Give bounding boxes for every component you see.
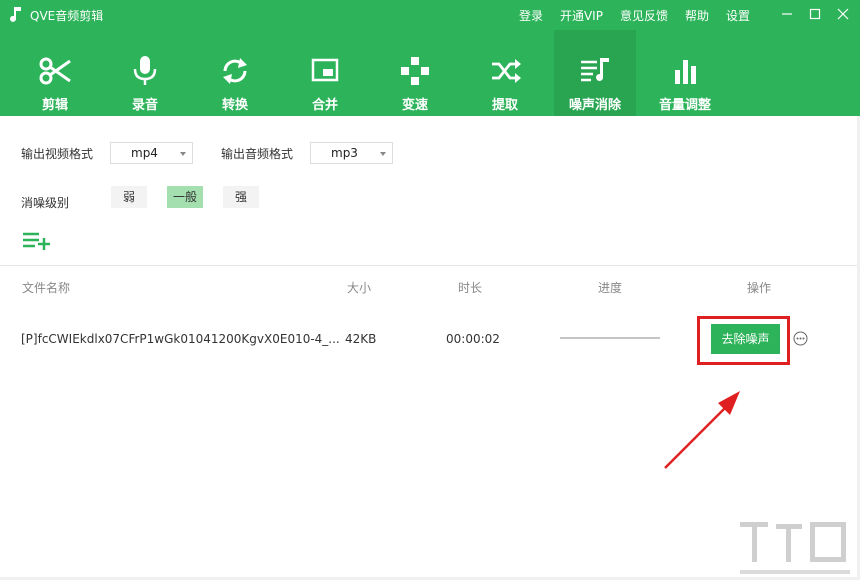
level-weak-button[interactable]: 弱 [111,186,147,208]
audio-format-value: mp3 [331,146,358,160]
more-options-icon[interactable] [793,331,808,346]
main-toolbar: 剪辑 录音 转换 合并 变速 提取 噪声消除 音量调整 [10,30,730,116]
login-link[interactable]: 登录 [519,7,543,24]
feedback-link[interactable]: 意见反馈 [620,7,668,24]
noise-music-icon [581,58,609,82]
tab-extract[interactable]: 提取 [460,30,550,116]
refresh-icon [223,58,247,84]
tab-convert-label: 转换 [221,98,248,113]
col-header-action: 操作 [747,281,772,295]
maximize-button[interactable] [804,4,826,24]
tab-cut-label: 剪辑 [41,98,68,113]
col-header-name: 文件名称 [22,281,71,295]
audio-format-label: 输出音频格式 [221,147,294,161]
shuffle-icon [492,59,521,83]
close-button[interactable] [832,4,854,24]
remove-noise-button[interactable]: 去除噪声 [711,324,780,354]
file-duration-cell: 00:00:02 [446,332,500,346]
chevron-down-icon [380,152,386,156]
table-divider [0,265,860,266]
tab-volume-label: 音量调整 [658,98,711,113]
tab-noise-removal-label: 噪声消除 [568,98,621,113]
tab-merge[interactable]: 合并 [280,30,370,116]
music-note-icon [10,7,21,22]
tab-convert[interactable]: 转换 [190,30,280,116]
tab-speed[interactable]: 变速 [370,30,460,116]
denoise-level-label: 消噪级别 [21,196,70,210]
tab-record[interactable]: 录音 [100,30,190,116]
watermark-logo-icon [740,522,850,574]
tab-noise-removal[interactable]: 噪声消除 [554,30,636,116]
scissors-icon [39,57,71,85]
level-normal-button[interactable]: 一般 [167,186,203,208]
microphone-icon [133,56,157,85]
col-header-size: 大小 [347,281,372,295]
app-header: QVE音频剪辑 登录 开通VIP 意见反馈 帮助 设置 剪辑 录音 转换 合并 … [0,0,860,116]
app-title: QVE音频剪辑 [30,9,104,23]
col-header-progress: 进度 [598,281,623,295]
audio-format-select[interactable]: mp3 [310,142,393,164]
file-size-cell: 42KB [345,332,377,346]
speed-icon [401,57,429,85]
tab-extract-label: 提取 [491,98,518,113]
video-format-select[interactable]: mp4 [110,142,193,164]
top-links: 登录 开通VIP 意见反馈 帮助 设置 [519,7,750,24]
tab-record-label: 录音 [131,98,158,113]
file-name-cell: [P]fcCWIEkdlx07CFrP1wGk01041200KgvX0E010… [21,332,340,346]
merge-window-icon [311,58,339,82]
video-format-value: mp4 [131,146,158,160]
tab-volume[interactable]: 音量调整 [640,30,730,116]
tab-cut[interactable]: 剪辑 [10,30,100,116]
col-header-duration: 时长 [458,281,483,295]
title-bar: QVE音频剪辑 登录 开通VIP 意见反馈 帮助 设置 [0,0,860,30]
annotation-arrow-icon [664,391,740,469]
video-format-label: 输出视频格式 [21,147,94,161]
tab-speed-label: 变速 [401,98,428,113]
vip-link[interactable]: 开通VIP [560,7,603,24]
tab-merge-label: 合并 [311,98,338,113]
minimize-button[interactable] [776,4,798,24]
settings-link[interactable]: 设置 [726,7,750,24]
progress-bar [560,337,660,339]
chevron-down-icon [180,152,186,156]
help-link[interactable]: 帮助 [685,7,709,24]
add-file-list-icon[interactable] [22,230,52,252]
level-strong-button[interactable]: 强 [223,186,259,208]
volume-bars-icon [675,60,696,84]
